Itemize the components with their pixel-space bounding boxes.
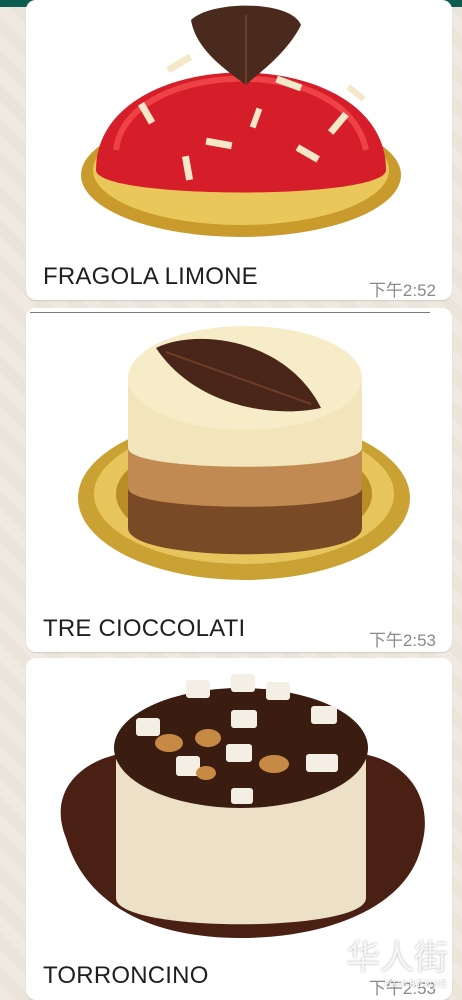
- message-caption: TORRONCINO: [43, 962, 209, 989]
- message-timestamp: 下午2:53: [368, 631, 436, 650]
- watermark-text: 华人街: [346, 938, 448, 978]
- message-timestamp: 下午2:52: [368, 281, 436, 300]
- cake-photo-tre-cioccolati[interactable]: [26, 308, 452, 604]
- cake-photo-torroncino[interactable]: [26, 658, 452, 958]
- image-message-bubble[interactable]: FRAGOLA LIMONE 下午2:52: [26, 0, 452, 300]
- watermark-logo: 华人街 HUARENJIE: [346, 930, 448, 990]
- cake-photo-fragola[interactable]: [26, 0, 452, 248]
- image-message-bubble[interactable]: TRE CIOCCOLATI 下午2:53: [26, 308, 452, 652]
- watermark-subtext: HUARENJIE: [384, 979, 448, 990]
- message-caption: TRE CIOCCOLATI: [43, 615, 246, 642]
- message-caption: FRAGOLA LIMONE: [43, 263, 258, 290]
- divider: [30, 312, 430, 313]
